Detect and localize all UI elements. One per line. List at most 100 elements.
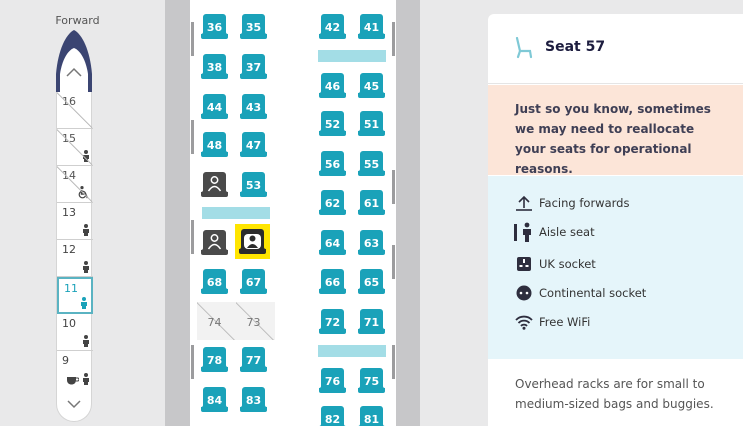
- child-icon: [81, 296, 87, 309]
- seat-53[interactable]: 53: [240, 171, 267, 198]
- seat-82[interactable]: 82: [319, 405, 346, 426]
- seat-41[interactable]: 41: [358, 13, 385, 40]
- luggage-rack: [318, 345, 386, 357]
- cup-icon: [67, 376, 79, 384]
- seat-number: 65: [363, 276, 380, 289]
- uk-socket-icon: [517, 257, 531, 271]
- seat-47[interactable]: 47: [240, 131, 267, 158]
- seat-55[interactable]: 55: [358, 150, 385, 177]
- feature-label: UK socket: [539, 257, 596, 271]
- carriage-10[interactable]: 10: [57, 314, 93, 351]
- carriage-13[interactable]: 13: [57, 203, 93, 240]
- seat-62[interactable]: 62: [319, 189, 346, 216]
- seat-number: 56: [324, 158, 341, 171]
- seat-number: 53: [245, 179, 262, 192]
- seat-detail-panel: Seat 57 Just so you know, sometimes we m…: [488, 14, 743, 426]
- carriage-16[interactable]: 16: [57, 92, 93, 129]
- seat-48[interactable]: 48: [201, 131, 228, 158]
- feature-free-wifi: Free WiFi: [513, 312, 590, 332]
- seat-occupied: [201, 171, 228, 198]
- seat-51[interactable]: 51: [358, 110, 385, 137]
- seat-84[interactable]: 84: [201, 386, 228, 413]
- seat-56[interactable]: 56: [319, 150, 346, 177]
- seat-64[interactable]: 64: [319, 229, 346, 256]
- seat-36[interactable]: 36: [201, 13, 228, 40]
- carriage-12[interactable]: 12: [57, 240, 93, 277]
- seat-72[interactable]: 72: [319, 308, 346, 335]
- child-icon: [83, 260, 89, 273]
- seat-number: 84: [206, 394, 223, 407]
- window: [392, 245, 395, 279]
- seat-81[interactable]: 81: [358, 405, 385, 426]
- seat-number: 73: [246, 316, 261, 329]
- seat-68[interactable]: 68: [201, 268, 228, 295]
- window: [392, 345, 395, 379]
- carriage-number: 12: [62, 243, 76, 256]
- seat-78[interactable]: 78: [201, 346, 228, 373]
- child-icon: [83, 372, 89, 385]
- wifi-icon: [515, 315, 533, 330]
- seat-77[interactable]: 77: [240, 346, 267, 373]
- seat-76[interactable]: 76: [319, 367, 346, 394]
- seat-number: 43: [245, 101, 262, 114]
- seat-43[interactable]: 43: [240, 93, 267, 120]
- carriage-11-selected[interactable]: 11: [57, 277, 93, 314]
- seat-number: 72: [324, 316, 341, 329]
- minimap-title: Forward: [55, 14, 100, 27]
- seat-number: 68: [206, 276, 223, 289]
- feature-facing-forwards: Facing forwards: [513, 193, 629, 213]
- seat-number: 76: [324, 375, 341, 388]
- seat-38[interactable]: 38: [201, 53, 228, 80]
- seat-number: 47: [245, 139, 262, 152]
- carriage-number: 16: [62, 95, 76, 108]
- train-minimap: Forward 16 15 14 13 12 11 10 9: [0, 0, 150, 426]
- seat-number: 71: [363, 316, 380, 329]
- seat-35[interactable]: 35: [240, 13, 267, 40]
- seat-44[interactable]: 44: [201, 93, 228, 120]
- scroll-down-button[interactable]: [56, 398, 92, 422]
- seat-42[interactable]: 42: [319, 13, 346, 40]
- facing-forward-icon: [516, 195, 532, 211]
- seat-65[interactable]: 65: [358, 268, 385, 295]
- window: [191, 120, 194, 154]
- seat-number: 41: [363, 21, 380, 34]
- seat-67[interactable]: 67: [240, 268, 267, 295]
- luggage-rack: [202, 207, 270, 219]
- seat-number: 77: [245, 354, 262, 367]
- seat-63[interactable]: 63: [358, 229, 385, 256]
- continental-socket-icon: [516, 285, 532, 301]
- feature-label: Facing forwards: [539, 196, 630, 210]
- seat-icon: [515, 37, 533, 59]
- seat-number: 75: [363, 375, 380, 388]
- carriage-14[interactable]: 14: [57, 166, 93, 203]
- seat-number: 62: [324, 197, 341, 210]
- seat-number: 44: [206, 101, 223, 114]
- train-nose: [56, 30, 92, 92]
- carriage-list: 16 15 14 13 12 11 10 9: [56, 92, 93, 398]
- seat-37[interactable]: 37: [240, 53, 267, 80]
- feature-label: Free WiFi: [539, 315, 591, 329]
- window: [392, 170, 395, 204]
- carriage-9[interactable]: 9: [57, 351, 93, 388]
- seat-number: 67: [245, 276, 262, 289]
- aisle: [275, 0, 315, 426]
- carriage-number: 13: [62, 206, 76, 219]
- seat-52[interactable]: 52: [319, 110, 346, 137]
- seat-83[interactable]: 83: [240, 386, 267, 413]
- child-icon: [83, 334, 89, 347]
- seat-selected[interactable]: [235, 224, 270, 259]
- seat-selection-screen: Forward 16 15 14 13 12 11 10 9 36 35 42 …: [0, 0, 743, 426]
- carriage-15[interactable]: 15: [57, 129, 93, 166]
- seat-66[interactable]: 66: [319, 268, 346, 295]
- seat-61[interactable]: 61: [358, 189, 385, 216]
- seat-46[interactable]: 46: [319, 72, 346, 99]
- seat-number: 55: [363, 158, 380, 171]
- carriage-number: 9: [62, 354, 69, 367]
- seat-number: 64: [324, 237, 341, 250]
- chevron-down-icon: [67, 400, 81, 409]
- seat-45[interactable]: 45: [358, 72, 385, 99]
- seat-number: 78: [206, 354, 223, 367]
- seat-75[interactable]: 75: [358, 367, 385, 394]
- seat-71[interactable]: 71: [358, 308, 385, 335]
- window: [392, 22, 395, 56]
